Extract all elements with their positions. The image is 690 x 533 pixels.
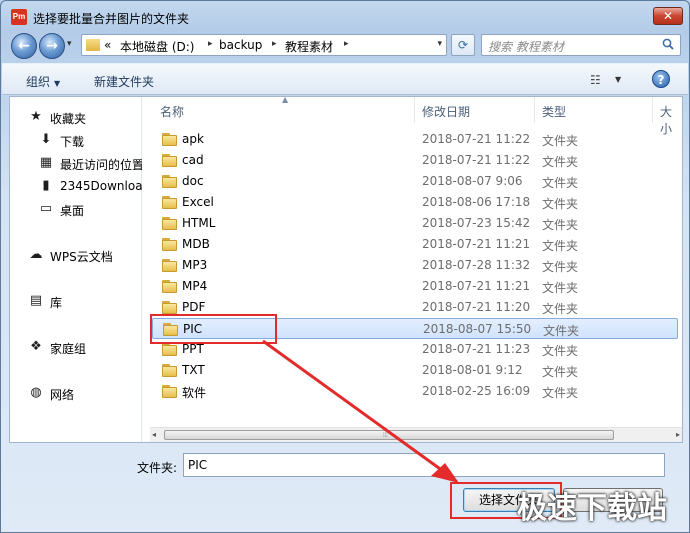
annotation-arrow (262, 339, 459, 483)
watermark-logo: 极速下载站 (517, 491, 667, 526)
file-dialog-window: Pm 选择要批量合并图片的文件夹 ✕ ← → ▾ « 本地磁盘 (D:) ▸ b… (0, 0, 690, 533)
